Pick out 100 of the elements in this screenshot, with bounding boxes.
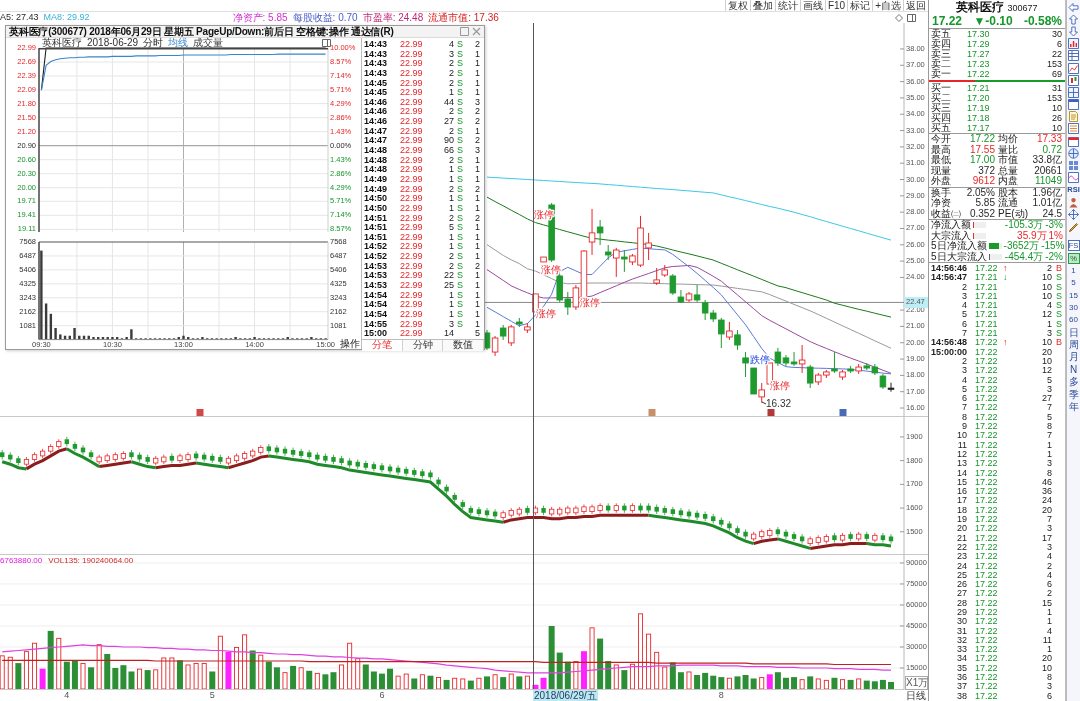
trade-side: S <box>457 48 463 59</box>
trade-volume: 2 <box>448 126 454 137</box>
trade-side: S <box>457 154 463 165</box>
ask-price: 17.22 <box>967 69 991 79</box>
trade-volume: 2 <box>448 68 454 79</box>
trade-price: 22.99 <box>399 88 424 98</box>
stat-label: 量比 <box>998 144 1018 155</box>
trade-price: 22.99 <box>399 203 424 214</box>
trade-side: S <box>1056 281 1062 292</box>
trade-price: 17.21 <box>975 291 999 302</box>
trade-volume: 44 <box>443 97 454 108</box>
stat-value: 2.05% <box>965 187 996 198</box>
trade-side: S <box>457 39 463 49</box>
trade-count: 1 <box>474 126 480 137</box>
trade-volume: 12 <box>1041 310 1052 320</box>
trade-price: 17.22 <box>975 422 999 432</box>
trade-price: 22.99 <box>399 107 424 118</box>
trade-count: 1 <box>474 290 480 301</box>
trade-price: 22.99 <box>399 136 424 147</box>
trade-time: 5 <box>961 310 968 320</box>
stat-value: 24.5 <box>1041 208 1063 219</box>
trade-price: 22.99 <box>399 300 424 310</box>
trade-volume: 1 <box>448 174 454 185</box>
trade-price: 17.22 <box>975 459 999 469</box>
trade-time: 21 <box>956 533 968 543</box>
trade-volume: 2 <box>1046 589 1052 599</box>
flow-label: 大宗流入 <box>931 230 971 241</box>
trade-time: 15:00:00 <box>931 347 969 357</box>
last-price: 17.22 <box>932 14 963 28</box>
trade-count: 2 <box>474 136 480 147</box>
flow-label: 5日净流入额 <box>931 241 987 251</box>
stat-label: 内盘 <box>998 176 1018 187</box>
trade-volume: 3 <box>1046 384 1052 395</box>
trade-price: 17.22 <box>975 635 999 646</box>
flow-percent: 1% <box>1048 230 1063 241</box>
trade-price: 22.99 <box>399 242 424 253</box>
trade-volume: 14 <box>443 329 454 339</box>
trade-time: 14:43 <box>364 68 389 79</box>
trade-time: 8 <box>961 412 968 423</box>
trade-time: 2 <box>961 356 968 367</box>
trade-time: 14:53 <box>364 261 389 272</box>
trade-volume: 5 <box>448 223 454 233</box>
trade-count: 1 <box>474 165 480 175</box>
trade-side: S <box>457 67 463 78</box>
trade-price: 22.99 <box>399 68 424 79</box>
trade-side: S <box>1056 300 1062 311</box>
trade-count: 1 <box>474 300 480 310</box>
trade-side: S <box>457 116 463 127</box>
trade-time: 12 <box>956 449 968 460</box>
trade-time: 14 <box>956 468 968 478</box>
trade-time: 14:49 <box>364 184 389 195</box>
trade-price: 17.21 <box>975 273 999 283</box>
trade-count: 3 <box>474 97 480 108</box>
trade-time: 14:46 <box>364 107 389 118</box>
legend-label: 成交量 <box>193 38 224 48</box>
stat-value: 1.96亿 <box>1031 187 1063 198</box>
ask-volume: 69 <box>1051 69 1062 79</box>
trade-side: S <box>457 289 463 300</box>
volume-indicator-value: 6763880.00 <box>0 556 43 566</box>
trade-side: S <box>457 135 463 146</box>
trade-volume: 2 <box>448 155 454 166</box>
trade-side: S <box>457 212 463 223</box>
stat-label: 净资 <box>931 198 951 208</box>
trade-price: 17.21 <box>975 329 999 339</box>
trade-time: 14:45 <box>364 88 389 98</box>
trade-side: S <box>457 251 463 262</box>
trade-price: 17.22 <box>975 570 999 581</box>
trade-time: 11 <box>956 440 968 450</box>
trade-volume: 3 <box>448 319 454 330</box>
trade-price: 22.99 <box>399 232 424 243</box>
unit-label: X1万 <box>905 676 928 690</box>
chart-stock-name: 英科医疗 <box>42 38 82 48</box>
stat-value: 0.352 <box>968 208 996 219</box>
trade-count: 1 <box>474 242 480 253</box>
trade-time: 18 <box>956 505 968 515</box>
trade-price: 17.22 <box>975 264 999 274</box>
trade-volume: 3 <box>1046 682 1052 692</box>
trade-side: S <box>457 96 463 107</box>
trade-volume: 1 <box>1046 617 1052 627</box>
trade-volume: 22 <box>443 271 454 282</box>
trade-time: 14:51 <box>364 223 389 233</box>
trade-count: 1 <box>474 232 480 243</box>
stat-value: 9612 <box>971 176 996 187</box>
trade-price: 17.22 <box>975 496 999 506</box>
flow-value: -454.4万 <box>1003 251 1044 262</box>
trade-time: 14:52 <box>364 242 389 253</box>
chart-marker-label: 涨停 <box>536 307 556 319</box>
trade-price: 17.22 <box>975 580 999 590</box>
fundamental-value: 净资产: 5.85 <box>232 12 288 23</box>
trade-count: 2 <box>474 117 480 127</box>
trade-count: 2 <box>474 184 480 195</box>
bid-price: 17.17 <box>967 123 991 133</box>
trade-count: 1 <box>474 252 480 262</box>
trade-time: 17 <box>956 496 968 506</box>
trade-volume: 2 <box>448 213 454 224</box>
trade-volume: 12 <box>1041 366 1052 376</box>
ask-price: 17.30 <box>967 29 991 39</box>
trade-side: S <box>457 202 463 213</box>
moving-average-value: A5: 27.43 <box>0 12 39 23</box>
trade-count: 1 <box>474 59 480 69</box>
